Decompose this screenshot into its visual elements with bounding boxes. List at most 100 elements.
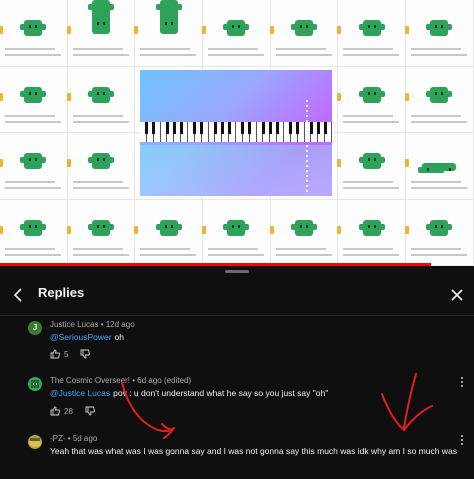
connector-tab [134, 225, 139, 234]
code-line [5, 187, 61, 189]
replies-sheet: Replies J Justice Lucas • 12d ago @Serio… [0, 266, 474, 479]
connector-tab [405, 225, 410, 234]
black-key [172, 122, 176, 134]
connector-tab [0, 26, 3, 34]
code-line [275, 48, 326, 50]
black-key [268, 122, 272, 134]
grid-cell [337, 66, 407, 133]
connector-tab [202, 26, 207, 34]
code-line [208, 253, 265, 256]
code-line [343, 114, 394, 117]
grid-cell [269, 0, 339, 67]
code-line [5, 247, 55, 250]
connector-tab [337, 225, 342, 234]
more-options-icon[interactable] [458, 376, 466, 388]
thumbs-up-icon[interactable] [50, 349, 60, 359]
grid-cell [202, 199, 271, 266]
code-line [411, 114, 462, 117]
code-line [5, 181, 55, 183]
black-key [200, 122, 204, 134]
black-key [309, 122, 313, 134]
overlay-wash [140, 145, 332, 196]
grid-cell [337, 199, 407, 266]
drag-handle[interactable] [225, 270, 249, 273]
robot-icon [223, 20, 250, 36]
connector-tab [337, 26, 342, 34]
thumbs-down-icon[interactable] [85, 406, 95, 416]
grid-cell [405, 0, 474, 67]
grid-cell [134, 0, 204, 67]
robot-avatar-icon [31, 380, 39, 388]
reply-author[interactable]: Justice Lucas [50, 320, 98, 329]
code-line [72, 247, 123, 250]
avatar[interactable]: J [28, 321, 42, 335]
code-line [275, 253, 332, 256]
black-key [179, 122, 183, 134]
code-line [208, 54, 265, 56]
code-line [411, 120, 468, 123]
code-line [72, 181, 123, 183]
black-key [296, 122, 300, 134]
code-line [411, 48, 462, 50]
grid-cell [66, 133, 136, 200]
like-count: 5 [64, 349, 69, 359]
code-line [343, 120, 400, 123]
mention-link[interactable]: @Justice Lucas [50, 388, 110, 398]
back-button[interactable] [8, 284, 28, 306]
chevron-left-icon [13, 288, 22, 302]
code-line [72, 54, 129, 56]
black-key [220, 122, 224, 134]
robot-icon [20, 153, 47, 169]
sheet-header: Replies [0, 276, 474, 316]
black-key [289, 122, 293, 134]
robot-icon [155, 219, 182, 236]
connector-tab [405, 159, 410, 167]
reply-actions: 5 [50, 349, 91, 359]
black-key [152, 122, 156, 134]
code-line [411, 181, 462, 183]
robot-icon [20, 219, 47, 236]
robot-icon [291, 219, 318, 236]
black-key [193, 122, 197, 134]
like-count: 28 [64, 406, 73, 416]
black-key [241, 122, 245, 134]
avatar[interactable] [28, 377, 42, 391]
video-player[interactable] [0, 0, 474, 266]
code-line [343, 181, 394, 183]
connector-tab [269, 26, 274, 34]
code-line [140, 247, 191, 250]
grid-cell [405, 199, 474, 266]
thumbs-down-icon[interactable] [80, 349, 91, 359]
grid-cell [405, 66, 474, 133]
mention-link[interactable]: @SeriousPower [50, 332, 112, 342]
black-key [165, 122, 169, 134]
connector-tab [0, 92, 3, 101]
close-button[interactable] [446, 284, 468, 306]
avatar[interactable] [28, 435, 42, 449]
robot-icon [88, 0, 115, 34]
code-line [343, 48, 394, 50]
black-key [261, 122, 265, 134]
connector-tab [269, 225, 274, 234]
black-key [316, 122, 320, 134]
robot-icon [418, 163, 457, 173]
reply-author[interactable]: -PZ- [50, 434, 66, 443]
robot-icon [426, 86, 453, 103]
code-line [140, 253, 197, 256]
code-line [5, 54, 61, 56]
reply-author[interactable]: The Cosmic Overseer! [50, 376, 130, 385]
reply-actions: 28 [50, 406, 95, 416]
dotted-marker [306, 100, 308, 192]
robot-icon [155, 0, 182, 34]
connector-tab [337, 92, 342, 101]
connector-tab [66, 159, 71, 167]
thumbs-up-icon[interactable] [50, 406, 60, 416]
user-avatar-icon [29, 438, 41, 447]
black-key [323, 122, 327, 134]
black-key [145, 122, 149, 134]
more-options-icon[interactable] [458, 434, 466, 446]
reply-meta: Justice Lucas • 12d ago [50, 320, 135, 329]
robot-icon [20, 86, 47, 103]
reply-meta: The Cosmic Overseer! • 6d ago (edited) [50, 376, 192, 385]
black-key [248, 122, 252, 134]
